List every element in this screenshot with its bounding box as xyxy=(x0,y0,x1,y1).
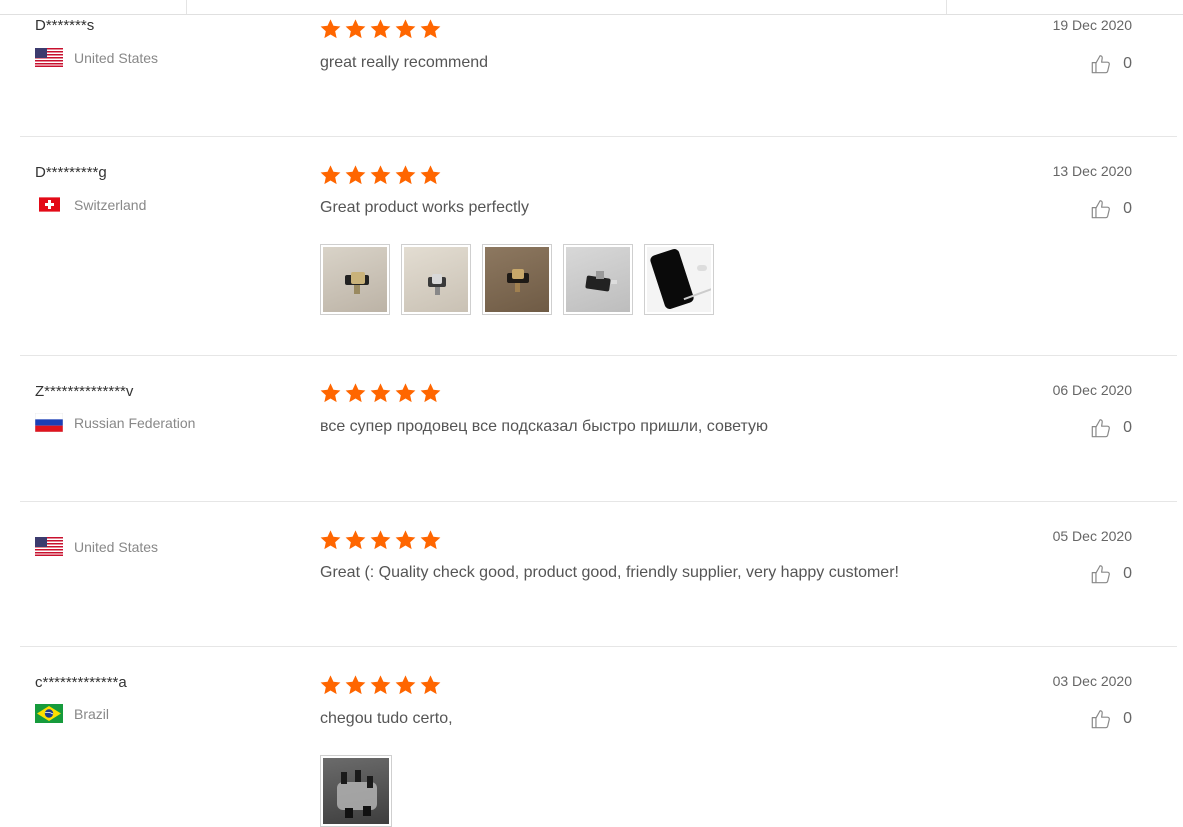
star-icon xyxy=(345,165,366,185)
star-icon xyxy=(320,383,341,403)
star-icon xyxy=(345,383,366,403)
adapter-photo-2 xyxy=(404,247,468,312)
review-date: 19 Dec 2020 xyxy=(1052,17,1132,33)
star-rating xyxy=(319,164,444,186)
country-name: Brazil xyxy=(74,705,110,722)
review-photo-thumbnail[interactable] xyxy=(401,244,471,315)
review-photo-thumbnail[interactable] xyxy=(482,244,552,315)
thumbs-up-icon[interactable] xyxy=(1090,198,1112,220)
phone-photo xyxy=(647,247,711,312)
star-icon xyxy=(420,383,441,403)
star-icon xyxy=(395,383,416,403)
star-icon xyxy=(320,675,341,695)
reviewer-country: Russian Federation xyxy=(35,413,195,432)
helpful-button[interactable]: 0 xyxy=(1090,417,1132,439)
reviewer-country: Switzerland xyxy=(35,194,146,215)
reviewer-name: Z**************v xyxy=(35,383,134,400)
review-item: D*******s United States great really rec… xyxy=(20,0,1177,137)
adapter-photo-3 xyxy=(485,247,549,312)
package-photo xyxy=(323,758,389,824)
review-text: Great product works perfectly xyxy=(320,199,529,216)
thumbs-up-icon[interactable] xyxy=(1090,563,1112,585)
star-icon xyxy=(370,675,391,695)
review-text: Great (: Quality check good, product goo… xyxy=(320,564,899,581)
review-item: Z**************v Russian Federation все … xyxy=(20,356,1177,502)
star-rating xyxy=(319,382,444,404)
country-name: Russian Federation xyxy=(74,414,196,431)
thumbs-up-icon[interactable] xyxy=(1090,53,1112,75)
review-item: D*********g Switzerland Great product wo… xyxy=(20,137,1177,356)
ru-flag-icon xyxy=(35,413,63,432)
reviewer-name: D*******s xyxy=(35,17,95,34)
star-icon xyxy=(395,530,416,550)
star-icon xyxy=(420,19,441,39)
thumbs-up-icon[interactable] xyxy=(1090,417,1112,439)
helpful-count: 0 xyxy=(1123,200,1132,217)
star-icon xyxy=(345,19,366,39)
star-rating xyxy=(319,674,444,696)
star-icon xyxy=(395,675,416,695)
review-text: chegou tudo certo, xyxy=(320,710,453,727)
review-item: United States Great (: Quality check goo… xyxy=(20,502,1177,647)
reviewer-country: United States xyxy=(35,537,158,556)
helpful-button[interactable]: 0 xyxy=(1090,708,1132,730)
review-date: 05 Dec 2020 xyxy=(1052,528,1132,544)
star-icon xyxy=(320,530,341,550)
br-flag-icon xyxy=(35,704,63,723)
us-flag-icon xyxy=(35,537,63,556)
adapter-photo-4 xyxy=(566,247,630,312)
helpful-count: 0 xyxy=(1123,55,1132,72)
thumbs-up-icon[interactable] xyxy=(1090,708,1112,730)
country-name: Switzerland xyxy=(74,196,147,213)
star-icon xyxy=(320,165,341,185)
reviewer-country: Brazil xyxy=(35,704,109,723)
helpful-button[interactable]: 0 xyxy=(1090,563,1132,585)
star-icon xyxy=(345,675,366,695)
helpful-count: 0 xyxy=(1123,419,1132,436)
helpful-button[interactable]: 0 xyxy=(1090,53,1132,75)
adapter-photo-1 xyxy=(323,247,387,312)
star-icon xyxy=(370,383,391,403)
review-date: 06 Dec 2020 xyxy=(1052,382,1132,398)
helpful-count: 0 xyxy=(1123,710,1132,727)
review-photo-thumbnail[interactable] xyxy=(644,244,714,315)
reviewer-name: c*************a xyxy=(35,674,127,691)
review-text: great really recommend xyxy=(320,54,489,71)
review-photo-thumbnail[interactable] xyxy=(320,755,392,827)
star-icon xyxy=(320,19,341,39)
star-icon xyxy=(420,165,441,185)
review-date: 13 Dec 2020 xyxy=(1052,163,1132,179)
country-name: United States xyxy=(74,49,159,66)
reviewer-country: United States xyxy=(35,48,158,67)
ch-flag-icon xyxy=(39,197,60,212)
star-icon xyxy=(420,675,441,695)
star-icon xyxy=(395,165,416,185)
review-photos xyxy=(320,244,725,315)
review-photo-thumbnail[interactable] xyxy=(563,244,633,315)
review-date: 03 Dec 2020 xyxy=(1052,673,1132,689)
review-text: все супер продовец все подсказал быстро … xyxy=(320,418,769,435)
star-icon xyxy=(420,530,441,550)
star-icon xyxy=(370,530,391,550)
helpful-count: 0 xyxy=(1123,565,1132,582)
helpful-button[interactable]: 0 xyxy=(1090,198,1132,220)
star-rating xyxy=(319,529,444,551)
review-item: c*************a Brazil chegou tudo certo… xyxy=(20,647,1177,827)
us-flag-icon xyxy=(35,48,63,67)
star-icon xyxy=(395,19,416,39)
country-name: United States xyxy=(74,538,159,555)
star-icon xyxy=(370,19,391,39)
star-icon xyxy=(345,530,366,550)
star-rating xyxy=(319,18,444,40)
review-photos xyxy=(320,755,403,827)
star-icon xyxy=(370,165,391,185)
reviewer-name: D*********g xyxy=(35,164,107,181)
review-photo-thumbnail[interactable] xyxy=(320,244,390,315)
